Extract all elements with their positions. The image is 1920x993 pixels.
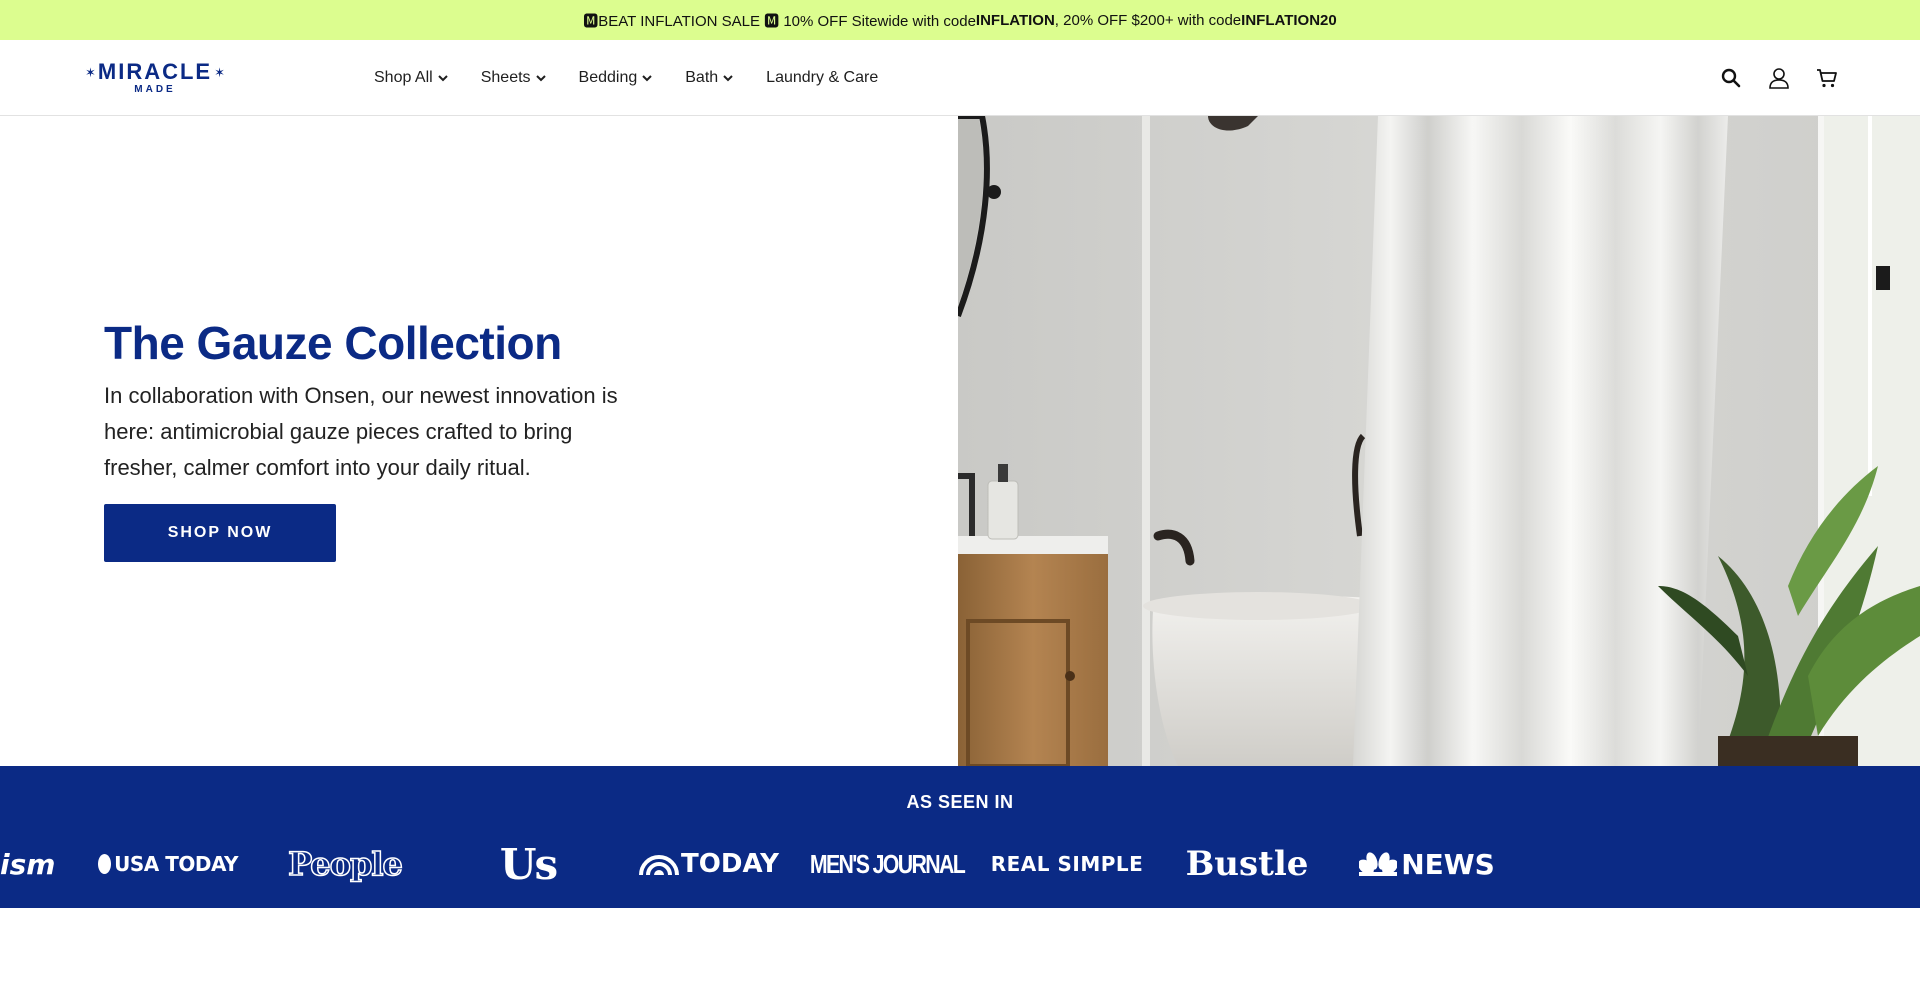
chevron-down-icon [723, 75, 733, 82]
promo-banner: 🅼BEAT INFLATION SALE 🅼 10% OFF Sitewide … [0, 0, 1920, 40]
star-icon: ✶ [214, 64, 226, 80]
hero-description: In collaboration with Onsen, our newest … [104, 383, 618, 480]
nav-item-label: Laundry & Care [766, 69, 879, 86]
chevron-down-icon [438, 75, 448, 82]
shop-now-button[interactable]: SHOP NOW [104, 504, 336, 562]
account-icon[interactable] [1766, 65, 1792, 91]
today-sunrise-icon [639, 855, 680, 875]
main-nav: Shop All Sheets Bedding Bath Laundry & C… [374, 40, 910, 116]
nav-item-shop-all[interactable]: Shop All [374, 69, 449, 87]
hero-image [958, 116, 1920, 766]
usa-today-circle-icon [98, 854, 112, 874]
press-logo-strip: ism USA TODAY People Us TODAY MEN'S JOUR… [0, 836, 1920, 892]
hero-title: The Gauze Collection [104, 317, 562, 369]
press-logo-bustle: Bustle [1185, 844, 1309, 884]
press-logo-people: People [287, 844, 403, 884]
nbc-peacock-icon [1359, 852, 1398, 876]
page-continuation [0, 908, 1920, 993]
site-header: ✶ MIRACLE ✶ MADE Shop All Sheets Bedding… [0, 40, 1920, 116]
press-logo-nbc-news: NEWS [1352, 836, 1502, 892]
nav-item-label: Bedding [578, 69, 638, 86]
as-seen-in-section: AS SEEN IN ism USA TODAY People Us TODAY… [0, 766, 1920, 908]
header-actions [1696, 64, 1840, 92]
nav-item-bedding[interactable]: Bedding [579, 69, 654, 87]
nav-item-laundry-care[interactable]: Laundry & Care [766, 69, 878, 87]
as-seen-in-title: AS SEEN IN [906, 792, 1014, 812]
logo-wordmark: MIRACLE [97, 59, 213, 84]
nav-item-sheets[interactable]: Sheets [481, 69, 547, 87]
promo-text: 🅼BEAT INFLATION SALE 🅼 10% OFF Sitewide … [583, 12, 976, 30]
press-logo-us: Us [499, 839, 558, 889]
nav-item-label: Sheets [480, 69, 531, 86]
chevron-down-icon [642, 75, 652, 82]
cart-icon[interactable] [1814, 65, 1840, 91]
promo-code-inflation: INFLATION [975, 11, 1055, 29]
press-logo-real-simple: REAL SIMPLE [990, 852, 1144, 876]
press-logo-ism: ism [0, 847, 56, 881]
hero-section: The Gauze Collection In collaboration wi… [0, 116, 1920, 766]
press-logo-mens-journal: MEN'S JOURNAL [809, 848, 966, 879]
press-logo-usa-today: USA TODAY [98, 836, 238, 892]
star-icon: ✶ [84, 64, 96, 80]
press-logo-today: TODAY [636, 836, 782, 892]
nav-item-label: Shop All [374, 69, 433, 86]
nav-item-label: Bath [685, 69, 719, 86]
search-icon[interactable] [1718, 65, 1744, 91]
nav-item-bath[interactable]: Bath [685, 69, 734, 87]
promo-code-inflation20: INFLATION20 [1241, 11, 1337, 29]
promo-text-2: , 20% OFF $200+ with code [1054, 11, 1242, 29]
bathroom-photo [958, 116, 1920, 766]
chevron-down-icon [535, 75, 546, 82]
logo-subtitle: MADE [134, 84, 176, 95]
brand-logo[interactable]: ✶ MIRACLE ✶ MADE [80, 60, 230, 100]
